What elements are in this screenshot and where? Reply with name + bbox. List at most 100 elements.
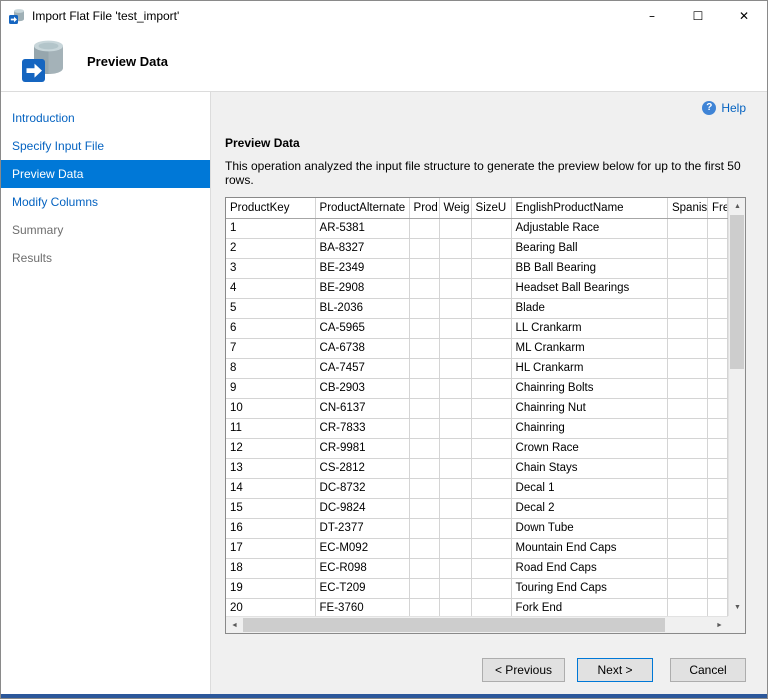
minimize-button[interactable]: – (629, 1, 675, 31)
table-cell (409, 458, 439, 478)
table-cell (471, 458, 511, 478)
column-header-sizeu: SizeU (471, 198, 511, 218)
table-cell (409, 578, 439, 598)
sidebar-item-introduction[interactable]: Introduction (1, 104, 210, 132)
wizard-body: IntroductionSpecify Input FilePreview Da… (1, 92, 767, 694)
close-button[interactable]: ✕ (721, 1, 767, 31)
maximize-button[interactable]: ☐ (675, 1, 721, 31)
table-cell: Chainring (511, 418, 667, 438)
table-cell (471, 298, 511, 318)
table-cell: 10 (226, 398, 315, 418)
table-cell: Touring End Caps (511, 578, 667, 598)
sidebar-item-specify-input-file[interactable]: Specify Input File (1, 132, 210, 160)
table-cell (707, 218, 727, 238)
table-cell (439, 438, 471, 458)
table-cell: BE-2908 (315, 278, 409, 298)
horizontal-scrollbar[interactable] (226, 616, 728, 633)
horizontal-scroll-thumb[interactable] (243, 618, 665, 632)
table-cell: Down Tube (511, 518, 667, 538)
table-cell (409, 538, 439, 558)
table-cell (409, 558, 439, 578)
sidebar-item-modify-columns[interactable]: Modify Columns (1, 188, 210, 216)
table-cell: EC-M092 (315, 538, 409, 558)
table-cell (667, 578, 707, 598)
window-controls: – ☐ ✕ (629, 1, 767, 31)
table-cell (667, 518, 707, 538)
table-cell (439, 518, 471, 538)
table-cell (409, 258, 439, 278)
cancel-button[interactable]: Cancel (670, 658, 746, 682)
column-header-spanis: Spanis (667, 198, 707, 218)
table-cell: 12 (226, 438, 315, 458)
table-cell (471, 498, 511, 518)
table-cell (471, 258, 511, 278)
table-cell (439, 458, 471, 478)
table-cell: LL Crankarm (511, 318, 667, 338)
table-cell (409, 398, 439, 418)
preview-data-grid: ProductKeyProductAlternateProdWeigSizeUE… (225, 197, 746, 634)
table-cell (707, 238, 727, 258)
table-cell (707, 378, 727, 398)
help-link[interactable]: ? Help (702, 100, 746, 116)
table-cell: 19 (226, 578, 315, 598)
table-cell (707, 458, 727, 478)
table-cell (667, 478, 707, 498)
table-cell (471, 418, 511, 438)
table-cell: 20 (226, 598, 315, 616)
table-cell (471, 238, 511, 258)
table-cell: EC-T209 (315, 578, 409, 598)
window-title: Import Flat File 'test_import' (32, 9, 179, 23)
table-cell: CR-7833 (315, 418, 409, 438)
table-cell (471, 398, 511, 418)
table-cell: CA-7457 (315, 358, 409, 378)
help-icon: ? (702, 101, 716, 115)
table-cell: CB-2903 (315, 378, 409, 398)
import-flat-file-app-icon (9, 8, 25, 24)
scroll-right-button[interactable] (711, 617, 728, 634)
table-cell (439, 538, 471, 558)
table-cell (667, 598, 707, 616)
next-button[interactable]: Next > (577, 658, 653, 682)
table-cell: 3 (226, 258, 315, 278)
scroll-down-button[interactable] (729, 599, 746, 616)
table-cell (471, 438, 511, 458)
table-cell (707, 578, 727, 598)
vertical-scrollbar[interactable] (728, 198, 745, 616)
scroll-left-button[interactable] (226, 617, 243, 634)
table-cell (409, 278, 439, 298)
table-row: 19EC-T209 Touring End Caps (226, 578, 728, 598)
table-cell (667, 278, 707, 298)
table-cell (707, 598, 727, 616)
table-cell (471, 558, 511, 578)
import-database-icon (21, 37, 67, 86)
table-cell (409, 478, 439, 498)
table-cell: Mountain End Caps (511, 538, 667, 558)
column-header-productalternate: ProductAlternate (315, 198, 409, 218)
scroll-up-button[interactable] (729, 198, 746, 215)
table-cell: CN-6137 (315, 398, 409, 418)
table-cell: 13 (226, 458, 315, 478)
table-cell (439, 378, 471, 398)
table-cell (409, 218, 439, 238)
table-cell: 11 (226, 418, 315, 438)
table-cell (707, 498, 727, 518)
sidebar-item-preview-data[interactable]: Preview Data (1, 160, 210, 188)
table-cell: 2 (226, 238, 315, 258)
table-header-row: ProductKeyProductAlternateProdWeigSizeUE… (226, 198, 728, 218)
table-row: 3BE-2349BB Ball Bearing (226, 258, 728, 278)
column-header-productkey: ProductKey (226, 198, 315, 218)
table-cell: CA-6738 (315, 338, 409, 358)
column-header-prod: Prod (409, 198, 439, 218)
table-row: 12CR-9981Crown Race (226, 438, 728, 458)
table-cell (707, 338, 727, 358)
page-title: Preview Data (87, 54, 168, 69)
titlebar[interactable]: Import Flat File 'test_import' – ☐ ✕ (1, 1, 767, 31)
table-cell (409, 598, 439, 616)
table-cell (707, 438, 727, 458)
main-panel: ? Help Preview Data This operation analy… (211, 92, 767, 694)
table-cell (667, 338, 707, 358)
table-row: 7CA-6738ML Crankarm (226, 338, 728, 358)
previous-button[interactable]: < Previous (482, 658, 565, 682)
table-cell: DT-2377 (315, 518, 409, 538)
vertical-scroll-thumb[interactable] (730, 215, 744, 369)
